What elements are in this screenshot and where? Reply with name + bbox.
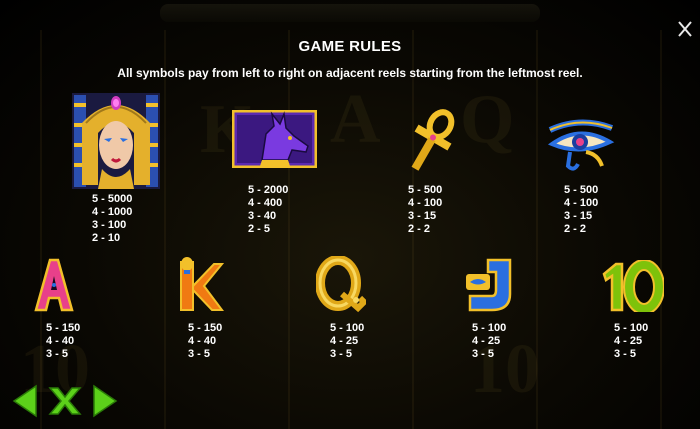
paytable-navigation — [12, 384, 118, 418]
pay-line: 5 - 500 — [564, 184, 599, 196]
close-icon[interactable] — [676, 18, 694, 40]
arrow-left-icon[interactable] — [12, 384, 37, 418]
q-card-icon — [315, 255, 369, 314]
pay-line: 3 - 5 — [472, 348, 495, 360]
paytable-screen: A Q K 10 10 GAME RULES All symbols pay f… — [0, 0, 700, 429]
ankh-paytable: 5 - 500 4 - 100 3 - 15 2 - 2 — [408, 184, 442, 236]
pay-line: 3 - 15 — [564, 210, 593, 222]
a-card-paytable: 5 - 150 4 - 40 3 - 5 — [46, 322, 80, 361]
pay-line: 4 - 25 — [614, 335, 643, 347]
cleopatra-icon — [72, 93, 160, 189]
q-card-paytable: 5 - 100 4 - 25 3 - 5 — [330, 322, 364, 361]
pay-line: 5 - 100 — [614, 322, 649, 334]
eye-of-horus-icon — [546, 118, 616, 174]
pay-line: 2 - 2 — [408, 223, 431, 235]
pay-line: 2 - 5 — [248, 223, 271, 235]
eye-of-horus-paytable: 5 - 500 4 - 100 3 - 15 2 - 2 — [564, 184, 598, 236]
pay-line: 4 - 1000 — [92, 206, 133, 218]
anubis-paytable: 5 - 2000 4 - 400 3 - 40 2 - 5 — [248, 184, 288, 236]
pay-line: 5 - 150 — [188, 322, 223, 334]
pay-line: 3 - 40 — [248, 210, 277, 222]
ten-card-paytable: 5 - 100 4 - 25 3 - 5 — [614, 322, 648, 361]
ankh-icon — [398, 106, 464, 176]
pay-line: 3 - 5 — [330, 348, 353, 360]
pay-line: 3 - 5 — [614, 348, 637, 360]
pay-line: 5 - 100 — [330, 322, 365, 334]
pay-line: 5 - 100 — [472, 322, 507, 334]
pay-line: 4 - 40 — [46, 335, 75, 347]
rules-description: All symbols pay from left to right on ad… — [117, 66, 583, 80]
pay-line: 5 - 2000 — [248, 184, 289, 196]
pay-line: 5 - 5000 — [92, 193, 133, 205]
pay-line: 4 - 40 — [188, 335, 217, 347]
a-card-icon — [34, 258, 74, 312]
pay-line: 3 - 5 — [188, 348, 211, 360]
pay-line: 4 - 100 — [408, 197, 443, 209]
x-icon[interactable] — [48, 387, 82, 415]
pay-line: 3 - 5 — [46, 348, 69, 360]
j-card-paytable: 5 - 100 4 - 25 3 - 5 — [472, 322, 506, 361]
arrow-right-icon[interactable] — [93, 384, 118, 418]
pay-line: 5 - 500 — [408, 184, 443, 196]
top-banner — [160, 4, 540, 22]
pay-line: 4 - 25 — [330, 335, 359, 347]
pay-line: 2 - 2 — [564, 223, 587, 235]
pay-line: 5 - 150 — [46, 322, 81, 334]
pay-line: 4 - 100 — [564, 197, 599, 209]
pay-line: 4 - 25 — [472, 335, 501, 347]
k-card-icon — [178, 256, 225, 312]
j-card-icon — [462, 256, 518, 312]
page-title: GAME RULES — [298, 38, 402, 55]
k-card-paytable: 5 - 150 4 - 40 3 - 5 — [188, 322, 222, 361]
pay-line: 3 - 15 — [408, 210, 437, 222]
pay-line: 4 - 400 — [248, 197, 283, 209]
pay-line: 3 - 100 — [92, 219, 127, 231]
pay-line: 2 - 10 — [92, 232, 121, 244]
cleopatra-paytable: 5 - 5000 4 - 1000 3 - 100 2 - 10 — [92, 193, 132, 245]
ten-card-icon — [600, 259, 665, 315]
anubis-icon — [231, 109, 318, 169]
